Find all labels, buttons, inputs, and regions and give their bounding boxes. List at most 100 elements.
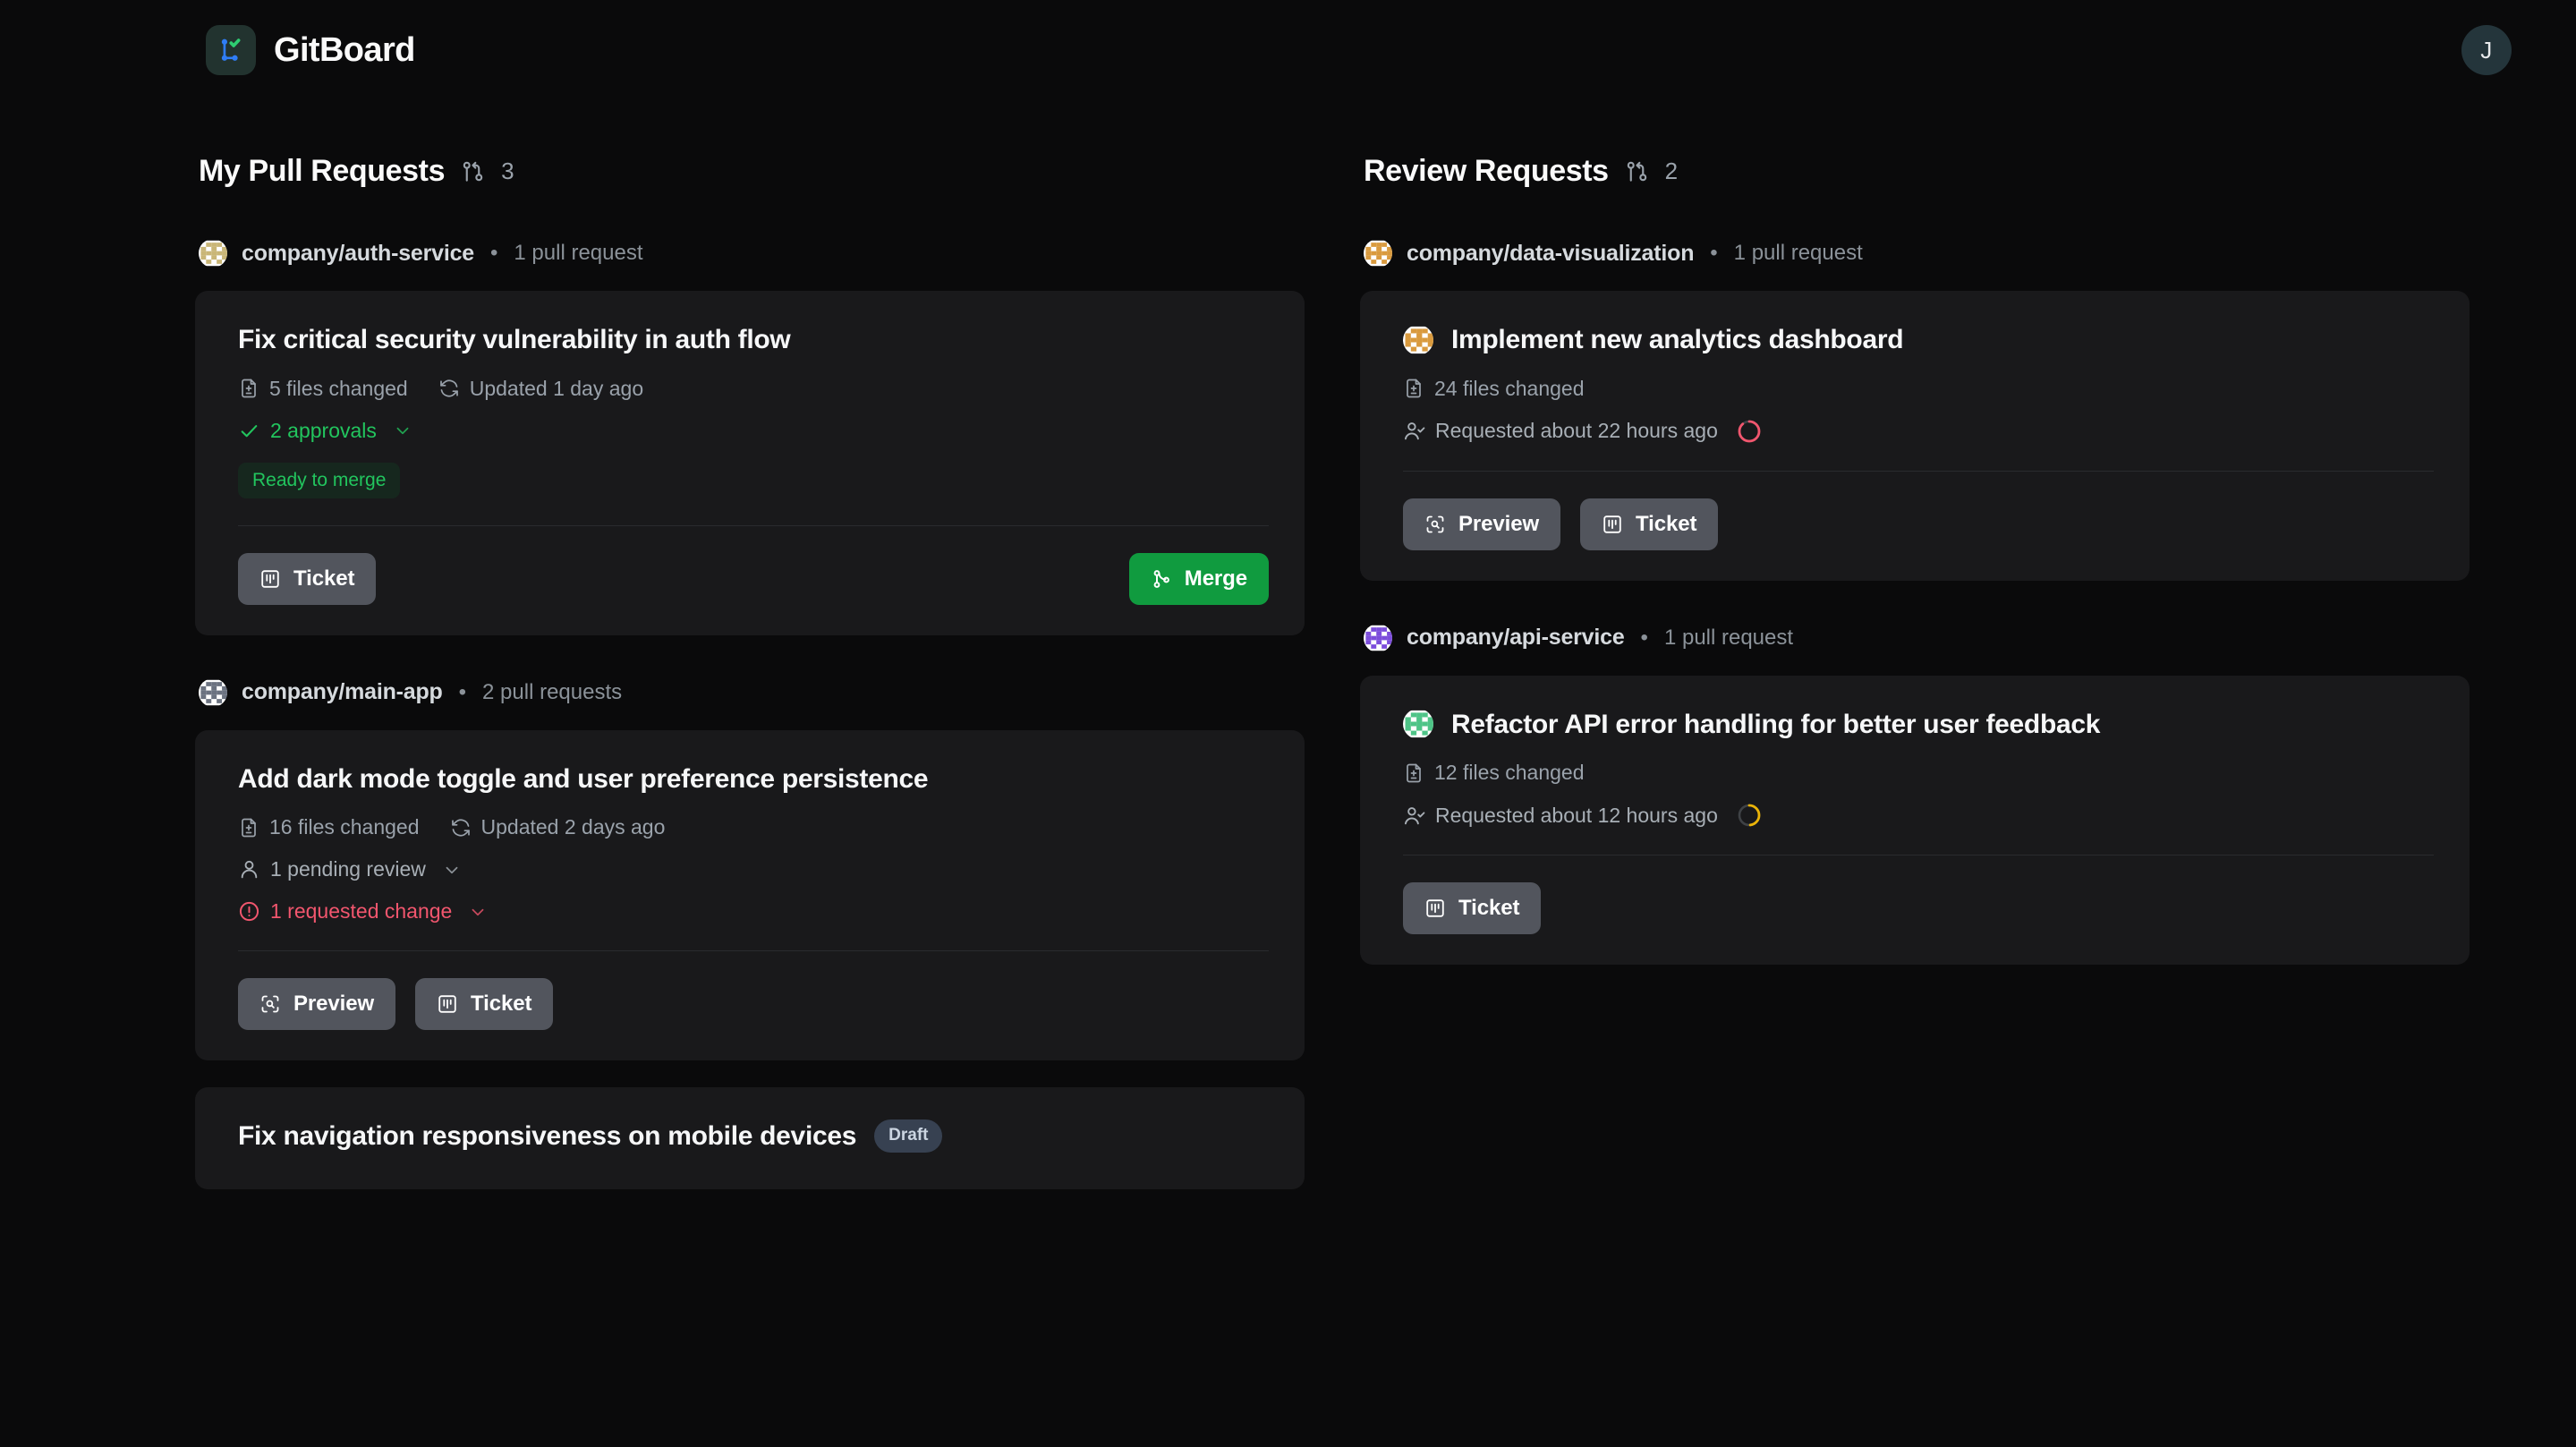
repo-name: company/main-app (242, 679, 443, 704)
card-title: Fix navigation responsiveness on mobile … (238, 1121, 857, 1151)
kanban-icon (1424, 898, 1446, 919)
status-text: 1 requested change (270, 899, 453, 923)
column-title: Review Requests (1364, 154, 1609, 188)
card-actions: Ticket (1403, 882, 2434, 934)
column-review-requests: Review Requests 2 company/data-visualizati… (1360, 154, 2470, 992)
kanban-icon (259, 568, 281, 590)
meta-text: 5 files changed (269, 376, 408, 400)
button-label: Ticket (293, 566, 355, 591)
status-row[interactable]: 1 pending review (238, 857, 1269, 881)
user-avatar[interactable]: J (2461, 25, 2512, 75)
file-diff-icon (238, 817, 259, 838)
gitboard-logo-icon (206, 25, 256, 75)
card-title: Implement new analytics dashboard (1451, 325, 1904, 354)
ticket-button[interactable]: Ticket (238, 552, 377, 605)
column-title: My Pull Requests (199, 154, 446, 188)
card-title: Refactor API error handling for better u… (1451, 709, 2101, 739)
card-title-row: Refactor API error handling for better u… (1403, 708, 2434, 742)
repo-group: company/main-app • 2 pull requests Add dark… (195, 678, 1305, 1189)
separator-dot: • (490, 241, 498, 265)
card-meta-row: 12 files changed (1403, 761, 2434, 785)
pull-request-card[interactable]: Implement new analytics dashboard 24 file… (1360, 291, 2470, 581)
separator-dot: • (1710, 241, 1718, 265)
repo-row[interactable]: company/auth-service • 1 pull request (195, 239, 1305, 268)
chevron-down-icon[interactable] (468, 902, 488, 922)
meta-item: 12 files changed (1403, 761, 1585, 785)
app-header: GitBoard J (0, 0, 2576, 100)
repo-pr-count: 1 pull request (1733, 241, 1863, 265)
button-label: Preview (293, 992, 375, 1016)
meta-item: Updated 2 days ago (450, 815, 666, 839)
meta-item: Updated 1 day ago (438, 377, 643, 401)
separator-dot: • (1640, 625, 1648, 650)
status-text: Requested about 12 hours ago (1435, 803, 1718, 827)
user-icon (238, 858, 260, 881)
meta-item: 16 files changed (238, 815, 420, 839)
avatar-initial: J (2480, 36, 2493, 64)
chevron-down-icon[interactable] (442, 860, 462, 880)
repo-row[interactable]: company/data-visualization • 1 pull reques… (1360, 239, 2470, 268)
pull-request-card[interactable]: Refactor API error handling for better u… (1360, 675, 2470, 965)
card-title: Fix critical security vulnerability in a… (238, 325, 791, 354)
card-actions: Ticket Merge (238, 552, 1269, 605)
column-my-pull-requests: My Pull Requests 3 company/auth-service • 1 … (195, 154, 1305, 1216)
status-row[interactable]: 2 approvals (238, 419, 1269, 443)
status-row[interactable]: 1 requested change (238, 899, 1269, 924)
check-icon (238, 420, 260, 442)
brand: GitBoard (206, 25, 415, 75)
merge-button[interactable]: Merge (1128, 552, 1269, 605)
button-label: Preview (1458, 511, 1540, 536)
ticket-button[interactable]: Ticket (1403, 882, 1542, 934)
button-label: Ticket (1458, 896, 1520, 920)
meta-text: Updated 2 days ago (480, 815, 666, 838)
card-title-row: Implement new analytics dashboard (1403, 323, 2434, 357)
card-divider (1403, 470, 2434, 472)
refresh-icon (450, 817, 472, 838)
file-diff-icon (1403, 378, 1424, 399)
user-check-icon (1403, 420, 1425, 442)
pull-request-card[interactable]: Fix critical security vulnerability in a… (195, 291, 1305, 635)
alert-circle-icon (238, 900, 260, 923)
column-header: Review Requests 2 (1360, 154, 2470, 189)
repo-name: company/auth-service (242, 240, 474, 266)
button-label: Merge (1184, 566, 1247, 591)
card-meta-row: 24 files changed (1403, 377, 2434, 401)
refresh-icon (438, 378, 460, 399)
file-diff-icon (238, 378, 259, 399)
card-title-row: Add dark mode toggle and user preference… (238, 762, 1269, 796)
preview-button[interactable]: Preview (238, 978, 396, 1030)
repo-group: company/auth-service • 1 pull request Fix c… (195, 239, 1305, 635)
pull-request-card[interactable]: Add dark mode toggle and user preference… (195, 729, 1305, 1060)
status-text: 1 pending review (270, 857, 426, 881)
pull-request-card[interactable]: Fix navigation responsiveness on mobile … (195, 1087, 1305, 1189)
column-count: 2 (1664, 157, 1679, 184)
board: My Pull Requests 3 company/auth-service • 1 … (0, 100, 2576, 1216)
card-divider (238, 524, 1269, 526)
ready-to-merge-badge: Ready to merge (238, 462, 401, 498)
ticket-button[interactable]: Ticket (415, 978, 554, 1030)
status-row: Requested about 22 hours ago (1403, 419, 2434, 444)
preview-button[interactable]: Preview (1403, 498, 1561, 550)
repo-group: company/api-service • 1 pull request Refact… (1360, 624, 2470, 965)
meta-text: Updated 1 day ago (469, 376, 644, 400)
card-meta-row: 16 files changed Updated 2 days ago (238, 815, 1269, 839)
author-avatar-icon (1403, 325, 1433, 355)
column-header: My Pull Requests 3 (195, 154, 1305, 189)
card-actions: Preview Ticket (1403, 498, 2434, 550)
repo-name: company/api-service (1407, 625, 1625, 650)
repo-pr-count: 1 pull request (514, 241, 643, 265)
column-count: 3 (501, 157, 514, 184)
chevron-down-icon[interactable] (393, 421, 412, 440)
scan-search-icon (1424, 514, 1446, 535)
repo-pr-count: 2 pull requests (482, 679, 623, 704)
status-text: 2 approvals (270, 418, 377, 442)
repo-name: company/data-visualization (1407, 240, 1695, 266)
kanban-icon (437, 993, 458, 1015)
ticket-button[interactable]: Ticket (1580, 498, 1719, 550)
repo-avatar-icon (199, 678, 227, 707)
card-title-row: Fix critical security vulnerability in a… (238, 323, 1269, 357)
repo-row[interactable]: company/main-app • 2 pull requests (195, 678, 1305, 707)
repo-row[interactable]: company/api-service • 1 pull request (1360, 624, 2470, 652)
repo-avatar-icon (1364, 624, 1392, 652)
repo-pr-count: 1 pull request (1663, 625, 1794, 650)
